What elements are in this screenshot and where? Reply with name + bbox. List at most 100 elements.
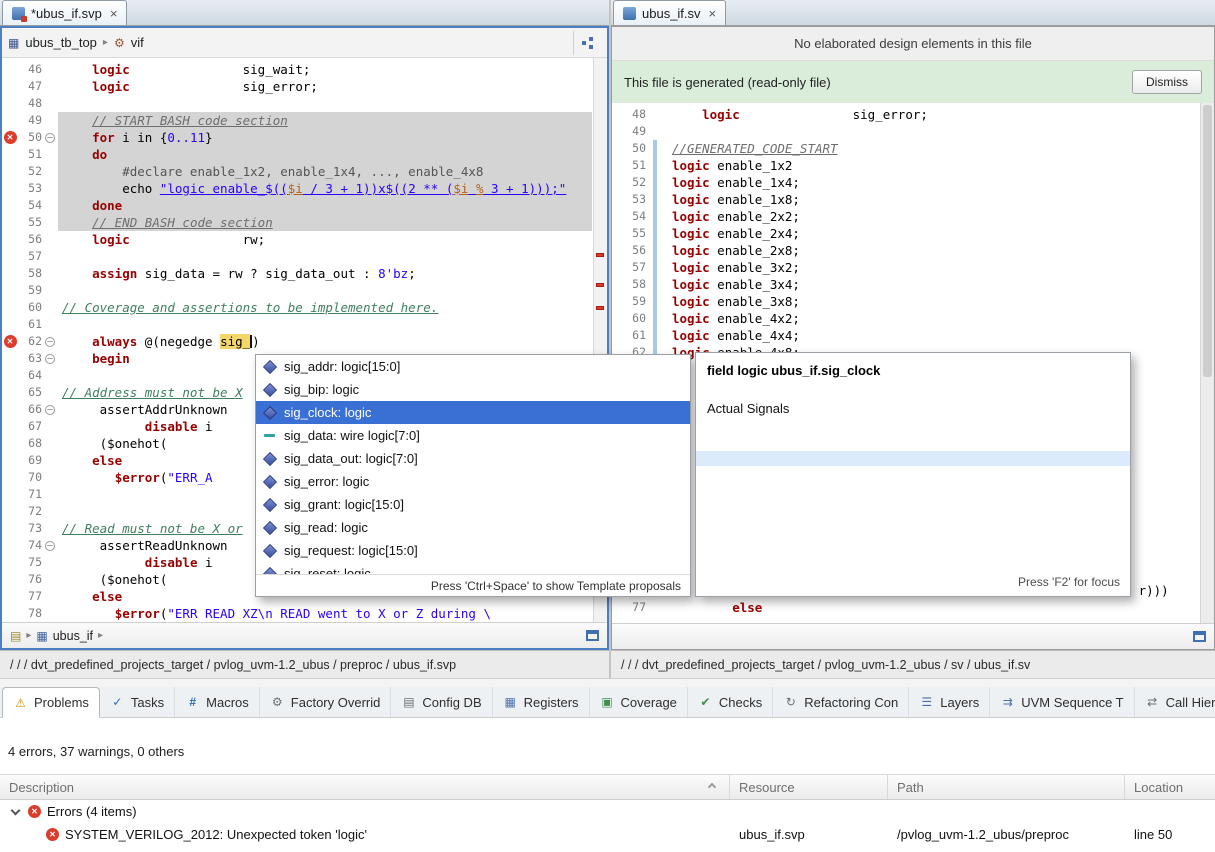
fold-collapse-icon[interactable]: – [45, 354, 55, 364]
line-number: 63 [18, 350, 42, 367]
code-line[interactable]: 58 assign sig_data = rw ? sig_data_out :… [2, 265, 607, 282]
close-icon[interactable]: × [110, 6, 118, 21]
close-icon[interactable]: × [709, 6, 717, 21]
maximize-button[interactable] [586, 630, 599, 641]
panel-tab-label: Coverage [621, 695, 677, 710]
code-line[interactable]: 49 [612, 123, 1214, 140]
code-line[interactable]: 47 logic sig_error; [2, 78, 607, 95]
code-line[interactable]: 46 logic sig_wait; [2, 61, 607, 78]
tab-ubus-if-sv[interactable]: ubus_if.sv × [613, 0, 726, 25]
problems-row[interactable]: ✕Errors (4 items) [0, 800, 1215, 823]
tab-ubus-if-svp[interactable]: *ubus_if.svp × [2, 0, 127, 25]
code-line[interactable]: 52 #declare enable_1x2, enable_1x4, ...,… [2, 163, 607, 180]
gutter: 52 [612, 174, 668, 191]
error-mark[interactable] [596, 283, 604, 287]
code-line[interactable]: 57logic enable_3x2; [612, 259, 1214, 276]
completion-item[interactable]: sig_read: logic [256, 516, 690, 539]
code-line[interactable]: 59 [2, 282, 607, 299]
error-mark[interactable] [596, 253, 604, 257]
code-line[interactable]: 49 // START BASH code section [2, 112, 607, 129]
code-line[interactable]: 55 // END BASH code section [2, 214, 607, 231]
completion-item[interactable]: sig_error: logic [256, 470, 690, 493]
panel-tab-macros[interactable]: #Macros [175, 687, 260, 717]
code-line[interactable]: 56logic enable_2x8; [612, 242, 1214, 259]
info-popup-selection[interactable] [696, 451, 1130, 466]
code-line[interactable]: 58logic enable_3x4; [612, 276, 1214, 293]
line-number: 71 [18, 486, 42, 503]
code-line[interactable]: 52logic enable_1x4; [612, 174, 1214, 191]
code-line[interactable]: 61logic enable_4x4; [612, 327, 1214, 344]
panel-tab-registers[interactable]: ▦Registers [493, 687, 590, 717]
fold-collapse-icon[interactable]: – [45, 405, 55, 415]
breadcrumb-item-ubus-tb-top[interactable]: ubus_tb_top [25, 35, 97, 50]
readonly-banner: This file is generated (read-only file) … [612, 61, 1214, 103]
code-line[interactable]: 61 [2, 316, 607, 333]
code-line[interactable]: 77 else [612, 599, 1214, 616]
code-line[interactable]: 56 logic rw; [2, 231, 607, 248]
fold-collapse-icon[interactable]: – [45, 133, 55, 143]
bottom-breadcrumb-module[interactable]: ubus_if [53, 629, 93, 643]
code-line[interactable]: 59logic enable_3x8; [612, 293, 1214, 310]
vertical-scrollbar[interactable] [1200, 103, 1214, 623]
code-line[interactable]: ✕50– for i in {0..11} [2, 129, 607, 146]
code-line[interactable]: 55logic enable_2x4; [612, 225, 1214, 242]
field-icon [263, 523, 276, 533]
code-line[interactable]: 53logic enable_1x8; [612, 191, 1214, 208]
panel-tab-layers[interactable]: ☰Layers [909, 687, 990, 717]
completion-item[interactable]: sig_data_out: logic[7:0] [256, 447, 690, 470]
code-line[interactable]: 53 echo "logic enable_$(($i / 3 + 1))x$(… [2, 180, 607, 197]
scrollbar-thumb[interactable] [1203, 105, 1212, 377]
code-line[interactable]: 54logic enable_2x2; [612, 208, 1214, 225]
code-line[interactable]: 60logic enable_4x2; [612, 310, 1214, 327]
line-number: 77 [612, 599, 646, 616]
completion-label: sig_data_out: logic[7:0] [284, 451, 418, 466]
module-icon: ▦ [36, 630, 47, 642]
code-line[interactable]: 50//GENERATED_CODE_START [612, 140, 1214, 157]
fold-collapse-icon[interactable]: – [45, 541, 55, 551]
completion-item[interactable]: sig_request: logic[15:0] [256, 539, 690, 562]
code-line[interactable]: 60// Coverage and assertions to be imple… [2, 299, 607, 316]
panel-tab-checks[interactable]: ✔Checks [688, 687, 773, 717]
completion-item[interactable]: sig_reset: logic [256, 562, 690, 574]
breadcrumb-item-vif[interactable]: vif [131, 35, 144, 50]
column-resource[interactable]: Resource [730, 775, 888, 799]
problems-row[interactable]: ✕SYSTEM_VERILOG_2012: Unexpected token '… [0, 823, 1215, 846]
panel-tab-config-db[interactable]: ▤Config DB [391, 687, 492, 717]
dismiss-button[interactable]: Dismiss [1132, 70, 1202, 94]
code-line[interactable]: ✕62– always @(negedge sig_) [2, 333, 607, 350]
completion-item[interactable]: sig_bip: logic [256, 378, 690, 401]
code-line[interactable]: 48 logic sig_error; [612, 106, 1214, 123]
column-location[interactable]: Location [1125, 775, 1215, 799]
code-line[interactable]: 48 [2, 95, 607, 112]
code-line[interactable]: 51logic enable_1x2 [612, 157, 1214, 174]
fold-collapse-icon[interactable]: – [45, 337, 55, 347]
chevron-down-icon[interactable] [11, 805, 21, 815]
panel-tab-call-hierarchy[interactable]: ⇄Call Hierarchy [1135, 687, 1215, 717]
panel-tab-problems[interactable]: ⚠Problems [2, 687, 100, 718]
gutter: 55 [612, 225, 668, 242]
code-line[interactable]: 54 done [2, 197, 607, 214]
code-line[interactable]: 78 $error("ERR READ XZ\n READ went to X … [2, 605, 607, 622]
gutter: 63– [2, 350, 58, 367]
code-text: echo "logic enable_$(($i / 3 + 1))x$((2 … [58, 180, 592, 197]
toggle-outline-button[interactable] [573, 31, 601, 55]
panel-tab-coverage[interactable]: ▣Coverage [590, 687, 688, 717]
gutter: 47 [2, 78, 58, 95]
code-line[interactable]: 51 do [2, 146, 607, 163]
panel-tab-refactoring-con[interactable]: ↻Refactoring Con [773, 687, 909, 717]
completion-item[interactable]: sig_addr: logic[15:0] [256, 355, 690, 378]
column-description[interactable]: Description [0, 775, 730, 799]
panel-tab-tasks[interactable]: ✓Tasks [100, 687, 175, 717]
completion-item[interactable]: sig_clock: logic [256, 401, 690, 424]
console-icon[interactable]: ▤ [10, 630, 21, 642]
panel-tab-uvm-sequence-t[interactable]: ⇉UVM Sequence T [990, 687, 1134, 717]
code-line[interactable]: 57 [2, 248, 607, 265]
line-number: 53 [612, 191, 646, 208]
maximize-button[interactable] [1193, 631, 1206, 642]
column-path[interactable]: Path [888, 775, 1125, 799]
error-mark[interactable] [596, 306, 604, 310]
panel-tab-label: Macros [206, 695, 249, 710]
panel-tab-factory-overrid[interactable]: ⚙Factory Overrid [260, 687, 392, 717]
completion-item[interactable]: sig_data: wire logic[7:0] [256, 424, 690, 447]
completion-item[interactable]: sig_grant: logic[15:0] [256, 493, 690, 516]
